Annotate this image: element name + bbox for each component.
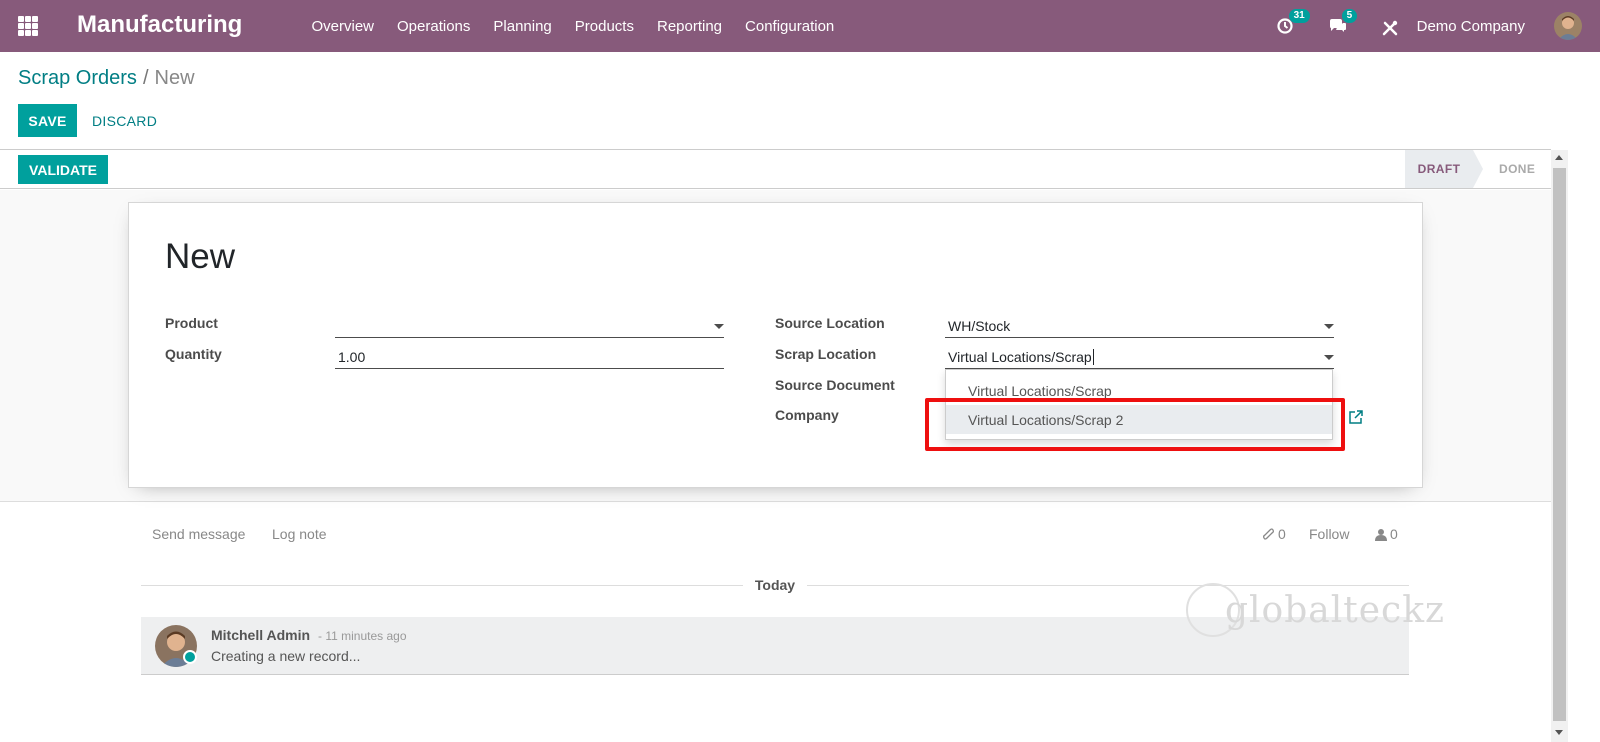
highlight-annotation: [925, 398, 1345, 451]
quantity-field[interactable]: 1.00: [335, 345, 724, 369]
watermark-text: globalteckz: [1225, 589, 1445, 631]
scroll-up-icon[interactable]: [1555, 155, 1563, 160]
followers-count: 0: [1390, 526, 1398, 542]
main-menu: Overview Operations Planning Products Re…: [300, 0, 846, 52]
menu-reporting[interactable]: Reporting: [645, 18, 733, 35]
scrap-location-label: Scrap Location: [775, 346, 877, 362]
breadcrumb-scrap-orders[interactable]: Scrap Orders: [18, 67, 137, 89]
external-link-icon[interactable]: [1348, 409, 1364, 425]
record-title: New: [165, 237, 236, 276]
quantity-value: 1.00: [338, 348, 366, 365]
save-button[interactable]: SAVE: [18, 104, 77, 137]
scrap-location-value: Virtual Locations/Scrap: [948, 348, 1092, 365]
follow-button[interactable]: Follow: [1309, 526, 1349, 542]
send-message-button[interactable]: Send message: [152, 526, 245, 542]
source-location-field[interactable]: WH/Stock: [945, 314, 1334, 338]
online-status-icon: [183, 650, 197, 664]
chevron-down-icon[interactable]: [1324, 355, 1334, 360]
breadcrumb-separator: /: [142, 67, 149, 89]
date-separator: Today: [754, 577, 796, 593]
watermark: globalteckz: [1185, 582, 1445, 638]
attachments-button[interactable]: 0: [1262, 526, 1286, 542]
source-location-value: WH/Stock: [948, 317, 1011, 334]
paperclip-icon: [1263, 527, 1274, 540]
top-navbar: Manufacturing Overview Operations Planni…: [0, 0, 1600, 52]
discard-button[interactable]: DISCARD: [92, 104, 157, 137]
followers-button[interactable]: 0: [1375, 526, 1398, 542]
quantity-label: Quantity: [165, 346, 222, 362]
validate-button[interactable]: VALIDATE: [18, 155, 108, 184]
apps-menu-icon[interactable]: [18, 16, 38, 36]
messages-icon[interactable]: 5: [1328, 9, 1358, 36]
menu-overview[interactable]: Overview: [300, 18, 386, 35]
menu-planning[interactable]: Planning: [482, 18, 563, 35]
stage-draft[interactable]: DRAFT: [1405, 150, 1473, 188]
message-date: - 11 minutes ago: [318, 629, 407, 643]
menu-operations[interactable]: Operations: [386, 18, 482, 35]
form-statusbar: VALIDATE DRAFT DONE: [0, 149, 1551, 189]
scroll-down-icon[interactable]: [1555, 730, 1563, 735]
divider-left: [141, 585, 743, 586]
systray: 31 5 Demo Company: [1275, 0, 1600, 52]
menu-products[interactable]: Products: [563, 18, 645, 35]
breadcrumb-current: New: [154, 67, 195, 89]
scroll-thumb[interactable]: [1553, 168, 1566, 721]
breadcrumb: Scrap Orders / New: [18, 67, 195, 90]
attachment-count: 0: [1278, 526, 1286, 542]
scrap-location-field[interactable]: Virtual Locations/Scrap: [945, 345, 1334, 369]
chevron-down-icon[interactable]: [714, 324, 724, 329]
stage-arrow: [1473, 150, 1483, 188]
user-avatar[interactable]: [1554, 12, 1582, 40]
source-document-label: Source Document: [775, 377, 895, 393]
user-icon: [1375, 528, 1387, 541]
app-name[interactable]: Manufacturing: [77, 11, 242, 39]
scrollbar[interactable]: [1551, 150, 1568, 742]
text-cursor: [1092, 348, 1094, 365]
product-field[interactable]: [335, 314, 724, 338]
product-label: Product: [165, 315, 218, 331]
message-body: Creating a new record...: [211, 648, 361, 664]
stage-done[interactable]: DONE: [1499, 150, 1535, 188]
message-author[interactable]: Mitchell Admin: [211, 627, 310, 643]
message-count-badge: 5: [1341, 9, 1358, 23]
log-note-button[interactable]: Log note: [272, 526, 327, 542]
activity-icon[interactable]: 31: [1275, 9, 1310, 36]
activity-count-badge: 31: [1288, 9, 1310, 23]
company-label: Company: [775, 407, 839, 423]
company-switcher[interactable]: Demo Company: [1417, 18, 1525, 35]
source-location-label: Source Location: [775, 315, 885, 331]
chevron-down-icon[interactable]: [1324, 324, 1334, 329]
menu-configuration[interactable]: Configuration: [734, 18, 846, 35]
tools-icon[interactable]: [1380, 16, 1400, 36]
